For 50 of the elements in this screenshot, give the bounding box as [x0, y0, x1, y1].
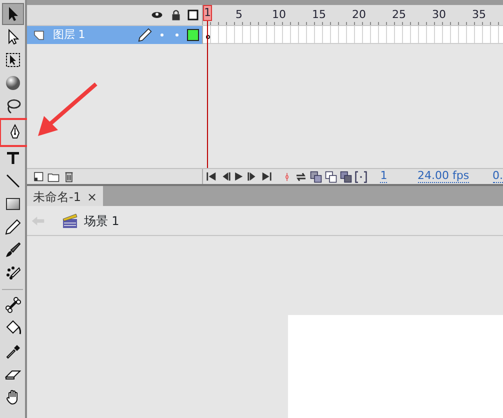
play-icon[interactable] [233, 171, 244, 182]
frame-rate[interactable]: 24.00 fps [418, 170, 470, 183]
lock-icon[interactable] [170, 9, 182, 21]
sphere-icon [5, 75, 21, 91]
paint-bucket-icon [5, 320, 21, 336]
outline-icon[interactable] [187, 9, 200, 21]
pencil-icon [138, 28, 152, 42]
new-layer-icon[interactable] [32, 170, 44, 182]
trash-icon[interactable] [63, 170, 75, 183]
first-frame-icon[interactable] [206, 171, 217, 182]
tab-title: 未命名-1 [33, 189, 81, 206]
brush-icon [5, 242, 21, 258]
onion-outline-icon[interactable] [325, 170, 337, 182]
rectangle-icon [5, 196, 21, 212]
transform-icon [5, 52, 21, 68]
frame-number: 15 [312, 7, 326, 23]
selection-tool-button[interactable] [2, 3, 24, 25]
frame-cells[interactable] [203, 26, 503, 44]
dot-icon[interactable] [175, 33, 179, 37]
eye-icon[interactable] [150, 9, 164, 21]
edit-frames-icon[interactable] [340, 170, 352, 182]
scene-icon[interactable] [62, 212, 78, 228]
bone-icon [5, 297, 21, 313]
current-frame[interactable]: 1 [380, 170, 388, 183]
frame-number: 30 [432, 7, 446, 23]
pencil-icon [5, 219, 21, 235]
dot-icon[interactable] [160, 33, 164, 37]
text-icon [5, 150, 21, 166]
elapsed-time[interactable]: 0. [492, 170, 503, 183]
frame-number: 10 [272, 7, 286, 23]
step-forward-icon[interactable] [247, 171, 258, 182]
onion-skin-icon[interactable] [310, 170, 322, 182]
spray-icon [5, 265, 21, 281]
eyedropper-icon [5, 343, 21, 359]
last-frame-icon[interactable] [260, 171, 272, 182]
lasso-icon [5, 98, 21, 114]
document-tab[interactable]: 未命名-1 × [27, 186, 104, 206]
frame-number: 20 [352, 7, 366, 23]
loop-icon[interactable] [294, 170, 308, 182]
playhead[interactable]: 1 [203, 5, 212, 21]
frame-number: 5 [236, 7, 242, 23]
layer-name: 图层 1 [52, 26, 86, 43]
frame-number: 25 [392, 7, 406, 23]
close-button[interactable]: × [86, 188, 98, 206]
layer-icon [32, 29, 44, 41]
scene-name[interactable]: 场景 1 [84, 212, 120, 230]
outline-color-swatch[interactable] [187, 29, 200, 41]
frame-number: 35 [472, 7, 486, 23]
markers-icon[interactable] [354, 170, 366, 182]
line-icon [5, 173, 21, 189]
